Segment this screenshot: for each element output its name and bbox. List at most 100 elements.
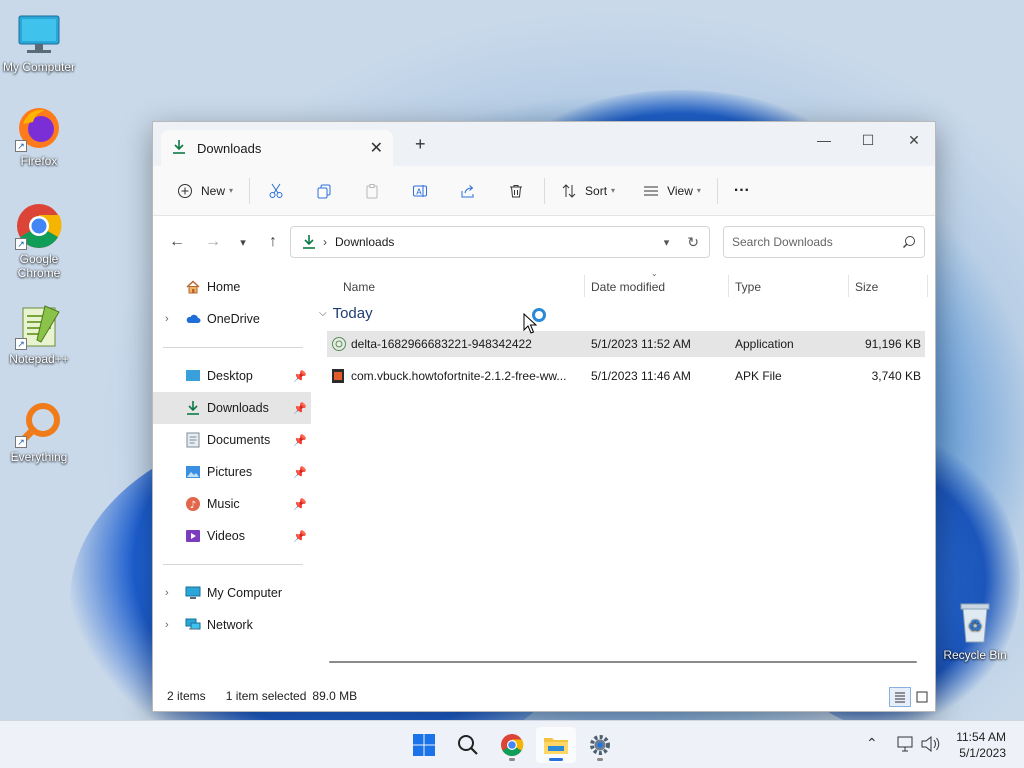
- desktop-icon-my-computer[interactable]: My Computer: [0, 10, 78, 74]
- desktop-icon-firefox[interactable]: ↗ Firefox: [0, 104, 78, 168]
- address-history-chevron-icon[interactable]: ▾: [664, 236, 670, 249]
- desktop-icon-label: Google Chrome: [17, 252, 61, 280]
- chevron-down-icon: ▾: [611, 186, 616, 195]
- toolbar-divider: [249, 177, 251, 204]
- gear-icon: [590, 735, 610, 755]
- close-window-button[interactable]: ✕: [891, 126, 937, 156]
- sort-button[interactable]: Sort ▾: [557, 175, 619, 207]
- pin-icon[interactable]: 📌: [293, 466, 307, 479]
- delete-button[interactable]: [504, 175, 528, 207]
- tab-downloads[interactable]: Downloads ✕: [161, 130, 393, 166]
- up-button[interactable]: ↑: [259, 228, 287, 256]
- system-clock[interactable]: 11:54 AM 5/1/2023: [956, 729, 1006, 761]
- desktop-icon-label: Notepad++: [9, 352, 69, 366]
- search-icon: [902, 236, 915, 249]
- show-hidden-icons-button[interactable]: ⌃: [866, 735, 878, 752]
- cut-button[interactable]: [264, 175, 288, 207]
- file-explorer-window: Downloads ✕ + — ☐ ✕ New ▾ A Sort ▾ View …: [152, 121, 936, 712]
- column-header-type[interactable]: Type: [735, 273, 845, 301]
- sidebar-item-downloads[interactable]: Downloads 📌: [153, 392, 311, 424]
- computer-icon: [185, 585, 201, 601]
- close-tab-icon[interactable]: ✕: [370, 138, 383, 158]
- desktop-icon-everything[interactable]: ↗ Everything: [0, 400, 78, 464]
- recent-locations-button[interactable]: ▾: [229, 228, 257, 256]
- column-header-name[interactable]: Name: [343, 273, 573, 301]
- breadcrumb-downloads[interactable]: Downloads: [335, 235, 664, 249]
- group-header-today[interactable]: ⌵ Today: [319, 305, 373, 322]
- forward-button[interactable]: →: [199, 228, 227, 256]
- toolbar-divider: [716, 177, 718, 204]
- column-divider[interactable]: [584, 275, 585, 297]
- svg-text:♪: ♪: [190, 500, 196, 511]
- copy-icon: [317, 184, 331, 198]
- desktop-icon-notepad-plus-plus[interactable]: ↗ Notepad++: [0, 302, 78, 366]
- table-row[interactable]: com.vbuck.howtofortnite-2.1.2-free-ww...…: [327, 363, 925, 389]
- address-bar[interactable]: › Downloads ▾ ↻: [290, 226, 710, 258]
- pin-icon[interactable]: 📌: [293, 402, 307, 415]
- table-row[interactable]: delta-1682966683221-948342422 5/1/2023 1…: [327, 331, 925, 357]
- pin-icon[interactable]: 📌: [293, 434, 307, 447]
- column-divider[interactable]: [848, 275, 849, 297]
- sidebar-item-videos[interactable]: Videos 📌: [153, 520, 311, 552]
- rename-button[interactable]: A: [408, 175, 432, 207]
- clock-date: 5/1/2023: [959, 746, 1006, 760]
- details-view-button[interactable]: [889, 687, 911, 707]
- search-box[interactable]: Search Downloads: [723, 226, 925, 258]
- chrome-icon: [501, 734, 524, 756]
- taskbar-chrome[interactable]: [492, 727, 532, 763]
- view-button[interactable]: View ▾: [639, 175, 705, 207]
- sidebar-item-network[interactable]: › Network: [153, 609, 311, 641]
- sidebar-item-pictures[interactable]: Pictures 📌: [153, 456, 311, 488]
- sidebar-item-desktop[interactable]: Desktop 📌: [153, 360, 311, 392]
- desktop-icon-label: My Computer: [2, 60, 76, 74]
- desktop-icon-google-chrome[interactable]: ↗ Google Chrome: [0, 202, 78, 280]
- share-button[interactable]: [456, 175, 480, 207]
- copy-button[interactable]: [312, 175, 336, 207]
- sidebar-item-documents[interactable]: Documents 📌: [153, 424, 311, 456]
- view-button-label: View: [667, 183, 693, 198]
- download-icon: [171, 139, 187, 158]
- large-icons-view-button[interactable]: [911, 687, 933, 707]
- chevron-down-icon: ▾: [696, 186, 701, 195]
- home-icon: [185, 279, 201, 295]
- back-button[interactable]: ←: [163, 228, 191, 256]
- new-tab-button[interactable]: +: [415, 134, 426, 155]
- new-button[interactable]: New ▾: [173, 175, 237, 207]
- file-date-modified: 5/1/2023 11:52 AM: [591, 337, 691, 351]
- videos-icon: [185, 528, 201, 544]
- column-divider[interactable]: [927, 275, 928, 297]
- sidebar-item-label: OneDrive: [207, 312, 260, 326]
- column-header-date-modified[interactable]: Date modified: [591, 273, 727, 301]
- paste-button[interactable]: [360, 175, 384, 207]
- sort-button-label: Sort: [585, 183, 608, 198]
- pin-icon[interactable]: 📌: [293, 530, 307, 543]
- network-status-icon[interactable]: [896, 735, 914, 756]
- search-button[interactable]: [448, 727, 488, 763]
- horizontal-scrollbar[interactable]: [329, 661, 917, 663]
- more-options-button[interactable]: ···: [730, 175, 754, 207]
- minimize-button[interactable]: —: [801, 126, 847, 156]
- network-icon: [185, 617, 201, 633]
- sidebar-item-music[interactable]: ♪ Music 📌: [153, 488, 311, 520]
- pin-icon[interactable]: 📌: [293, 370, 307, 383]
- column-divider[interactable]: [728, 275, 729, 297]
- start-button[interactable]: [404, 727, 444, 763]
- refresh-icon[interactable]: ↻: [687, 234, 699, 251]
- pin-icon[interactable]: 📌: [293, 498, 307, 511]
- column-header-size[interactable]: Size: [855, 273, 925, 301]
- chevron-right-icon[interactable]: ›: [165, 619, 169, 631]
- chevron-right-icon[interactable]: ›: [165, 587, 169, 599]
- taskbar-settings[interactable]: [580, 727, 620, 763]
- search-input[interactable]: Search Downloads: [732, 235, 902, 249]
- sidebar-item-home[interactable]: Home: [153, 271, 311, 303]
- shortcut-arrow-icon: ↗: [15, 238, 27, 250]
- sidebar-item-my-computer[interactable]: › My Computer: [153, 577, 311, 609]
- chevron-right-icon[interactable]: ›: [165, 313, 169, 325]
- computer-icon: [15, 10, 63, 58]
- sidebar-item-onedrive[interactable]: › OneDrive: [153, 303, 311, 335]
- desktop-icon-recycle-bin[interactable]: ♻ Recycle Bin: [936, 598, 1014, 662]
- desktop-icon-label: Recycle Bin: [943, 648, 1007, 662]
- maximize-button[interactable]: ☐: [845, 126, 891, 156]
- volume-icon[interactable]: [920, 735, 940, 756]
- taskbar-file-explorer[interactable]: [536, 727, 576, 763]
